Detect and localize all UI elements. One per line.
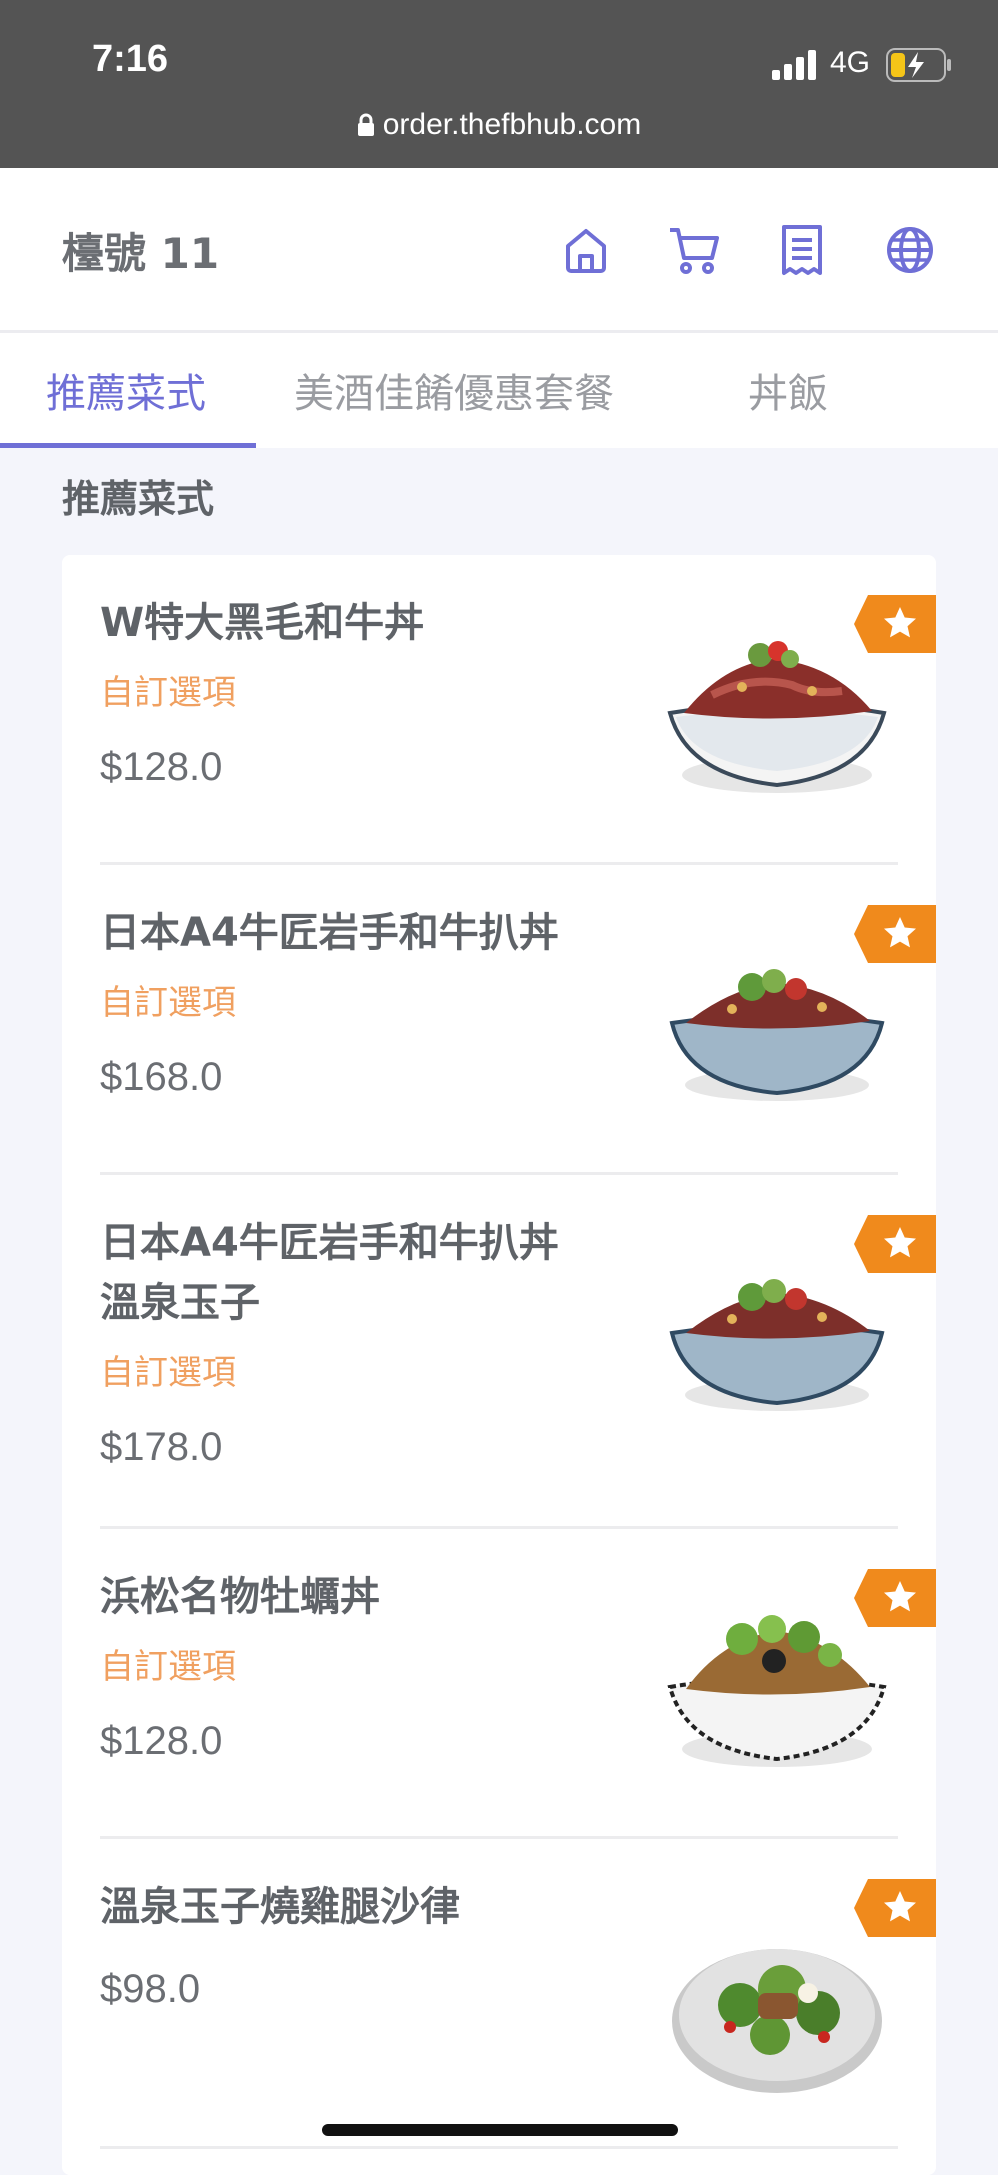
home-icon[interactable] xyxy=(558,222,614,278)
item-name: 浜松名物牡蠣丼 xyxy=(100,1574,380,1620)
item-price: $98.0 xyxy=(100,1967,201,2011)
menu-item[interactable]: 日本A4牛匠岩手和牛扒丼 溫泉玉子 自訂選項 $178.0 xyxy=(62,1175,936,1529)
app-header: 檯號 11 xyxy=(0,168,998,333)
item-option-link[interactable]: 自訂選項 xyxy=(100,975,236,1024)
tab-donburi[interactable]: 丼飯 xyxy=(748,361,828,419)
oyster-bowl-image xyxy=(667,1615,887,1767)
wagyu-egg-bowl-image xyxy=(669,1279,885,1411)
status-time: 7:16 xyxy=(92,38,169,80)
item-divider xyxy=(100,2146,898,2149)
item-option-link[interactable]: 自訂選項 xyxy=(100,665,236,714)
tab-underline xyxy=(0,443,256,448)
item-option-link[interactable]: 自訂選項 xyxy=(100,1345,236,1394)
url-text: order.thefbhub.com xyxy=(382,108,642,141)
status-bar: 7:16 4G order.thefbhub.com xyxy=(0,0,998,168)
network-label: 4G xyxy=(830,46,871,79)
menu-item[interactable]: W特大黑毛和牛丼 自訂選項 $128.0 xyxy=(62,555,936,865)
item-name-line1: 日本A4牛匠岩手和牛扒丼 xyxy=(100,1220,559,1266)
item-price: $168.0 xyxy=(100,1055,223,1099)
globe-icon[interactable] xyxy=(882,222,938,278)
menu-item[interactable]: 日本A4牛匠岩手和牛扒丼 自訂選項 $168.0 xyxy=(62,865,936,1175)
item-option-link[interactable]: 自訂選項 xyxy=(100,1639,236,1688)
section-title: 推薦菜式 xyxy=(62,477,215,521)
tab-wine-set[interactable]: 美酒佳餚優惠套餐 xyxy=(294,361,614,419)
page-title: 檯號 11 xyxy=(62,229,220,278)
item-price: $128.0 xyxy=(100,745,223,789)
cart-icon[interactable] xyxy=(666,222,722,278)
menu-item[interactable]: 溫泉玉子燒雞腿沙律 $98.0 xyxy=(62,1839,936,2149)
item-price: $128.0 xyxy=(100,1719,223,1763)
signal-icon xyxy=(772,50,816,80)
lock-icon xyxy=(357,113,374,136)
receipt-icon[interactable] xyxy=(774,222,830,278)
category-tabs: 推薦菜式 美酒佳餚優惠套餐 丼飯 xyxy=(0,333,998,448)
item-price: $178.0 xyxy=(100,1425,223,1469)
battery-icon xyxy=(886,48,951,82)
chicken-salad-image xyxy=(672,1949,882,2093)
url-bar[interactable]: order.thefbhub.com xyxy=(0,108,998,142)
home-indicator[interactable] xyxy=(322,2124,678,2136)
tab-recommended[interactable]: 推薦菜式 xyxy=(46,361,206,419)
item-name: 日本A4牛匠岩手和牛扒丼 xyxy=(100,910,559,956)
beef-bowl-image xyxy=(667,641,887,793)
item-name: 溫泉玉子燒雞腿沙律 xyxy=(100,1884,460,1930)
item-name: W特大黑毛和牛丼 xyxy=(100,600,425,646)
menu-list: W特大黑毛和牛丼 自訂選項 $128.0 日本A4牛匠岩手和牛扒丼 自訂選項 $… xyxy=(62,555,936,2175)
item-name-line2: 溫泉玉子 xyxy=(100,1280,260,1326)
menu-item[interactable]: 浜松名物牡蠣丼 自訂選項 $128.0 xyxy=(62,1529,936,1839)
wagyu-steak-bowl-image xyxy=(669,969,885,1101)
